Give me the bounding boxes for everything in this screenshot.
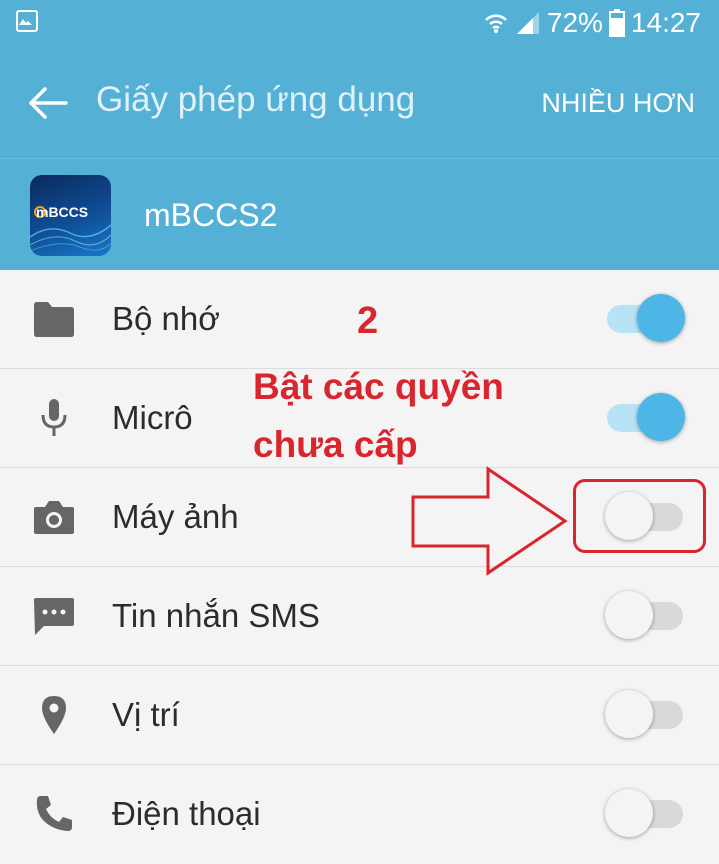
permission-toggle[interactable] [605,690,685,740]
permission-toggle[interactable] [605,393,685,443]
battery-icon [608,9,625,37]
wifi-icon [484,14,507,33]
clock: 14:27 [630,7,701,38]
location-icon [42,696,66,734]
permission-row-phone[interactable]: Điện thoại [0,765,719,864]
annotation-arrow [411,466,568,576]
microphone-icon [41,399,67,436]
permission-label: Điện thoại [112,795,261,832]
app-info-header: mBCCS mBCCS2 [0,158,719,270]
permission-label: Bộ nhớ [112,300,220,337]
page-title: Giấy phép ứng dụng [96,80,416,119]
annotation-line: Bật các quyền [253,366,504,407]
back-arrow-icon[interactable] [28,86,68,120]
app-bar: Giấy phép ứng dụng NHIỀU HƠN [0,46,719,158]
permission-toggle[interactable] [605,591,685,641]
signal-icon [516,12,539,34]
permission-row-location[interactable]: Vị trí [0,666,719,765]
permission-toggle[interactable] [605,294,685,344]
permission-toggle[interactable] [605,789,685,839]
sms-icon [34,598,74,635]
permission-label: Micrô [112,399,193,436]
more-button[interactable]: NHIỀU HƠN [541,88,695,119]
battery-percent: 72% [546,7,603,38]
annotation-text: Bật các quyền chưa cấp [253,358,573,474]
camera-icon [34,501,74,534]
permission-row-sms[interactable]: Tin nhắn SMS [0,567,719,666]
phone-icon [36,796,72,831]
annotation-step-number: 2 [357,300,379,342]
annotation-highlight-box [573,479,706,553]
gallery-notification-icon [16,10,38,32]
permission-label: Máy ảnh [112,498,239,535]
app-name: mBCCS2 [144,197,278,233]
app-icon-text: mBCCS [36,204,88,220]
status-bar: 72% 14:27 [0,0,719,46]
permission-label: Vị trí [112,696,180,733]
folder-icon [34,302,74,337]
app-icon: mBCCS [30,175,111,256]
permission-label: Tin nhắn SMS [112,597,320,634]
